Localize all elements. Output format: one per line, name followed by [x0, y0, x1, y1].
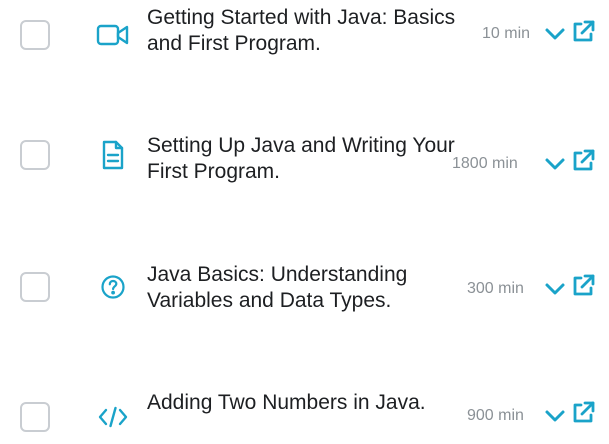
lesson-row: Java Basics: Understanding Variables and… [0, 244, 609, 324]
lesson-list: Getting Started with Java: Basics and Fi… [0, 0, 609, 444]
external-link-icon[interactable] [570, 400, 596, 426]
external-link-icon[interactable] [570, 19, 596, 45]
lesson-title[interactable]: Adding Two Numbers in Java. [147, 390, 467, 416]
lesson-title[interactable]: Java Basics: Understanding Variables and… [147, 262, 467, 314]
chevron-down-icon[interactable] [544, 405, 566, 427]
lesson-row: Adding Two Numbers in Java. 900 min [0, 364, 609, 444]
chevron-down-icon[interactable] [544, 153, 566, 175]
lesson-duration: 10 min [482, 25, 531, 42]
lesson-title[interactable]: Setting Up Java and Writing Your First P… [147, 133, 467, 185]
question-circle-icon [96, 270, 130, 304]
lesson-checkbox[interactable] [20, 402, 50, 432]
lesson-row: Getting Started with Java: Basics and Fi… [0, 0, 609, 80]
lesson-duration: 1800 min [452, 155, 518, 172]
document-icon [96, 138, 130, 172]
lesson-title[interactable]: Getting Started with Java: Basics and Fi… [147, 5, 467, 57]
lesson-checkbox[interactable] [20, 272, 50, 302]
lesson-row: Setting Up Java and Writing Your First P… [0, 115, 609, 195]
code-brackets-icon [96, 400, 130, 434]
video-camera-icon [96, 18, 130, 52]
lesson-checkbox[interactable] [20, 140, 50, 170]
chevron-down-icon[interactable] [544, 278, 566, 300]
external-link-icon[interactable] [570, 273, 596, 299]
lesson-duration: 300 min [467, 280, 524, 297]
external-link-icon[interactable] [570, 148, 596, 174]
chevron-down-icon[interactable] [544, 23, 566, 45]
lesson-duration: 900 min [467, 407, 524, 424]
lesson-checkbox[interactable] [20, 20, 50, 50]
